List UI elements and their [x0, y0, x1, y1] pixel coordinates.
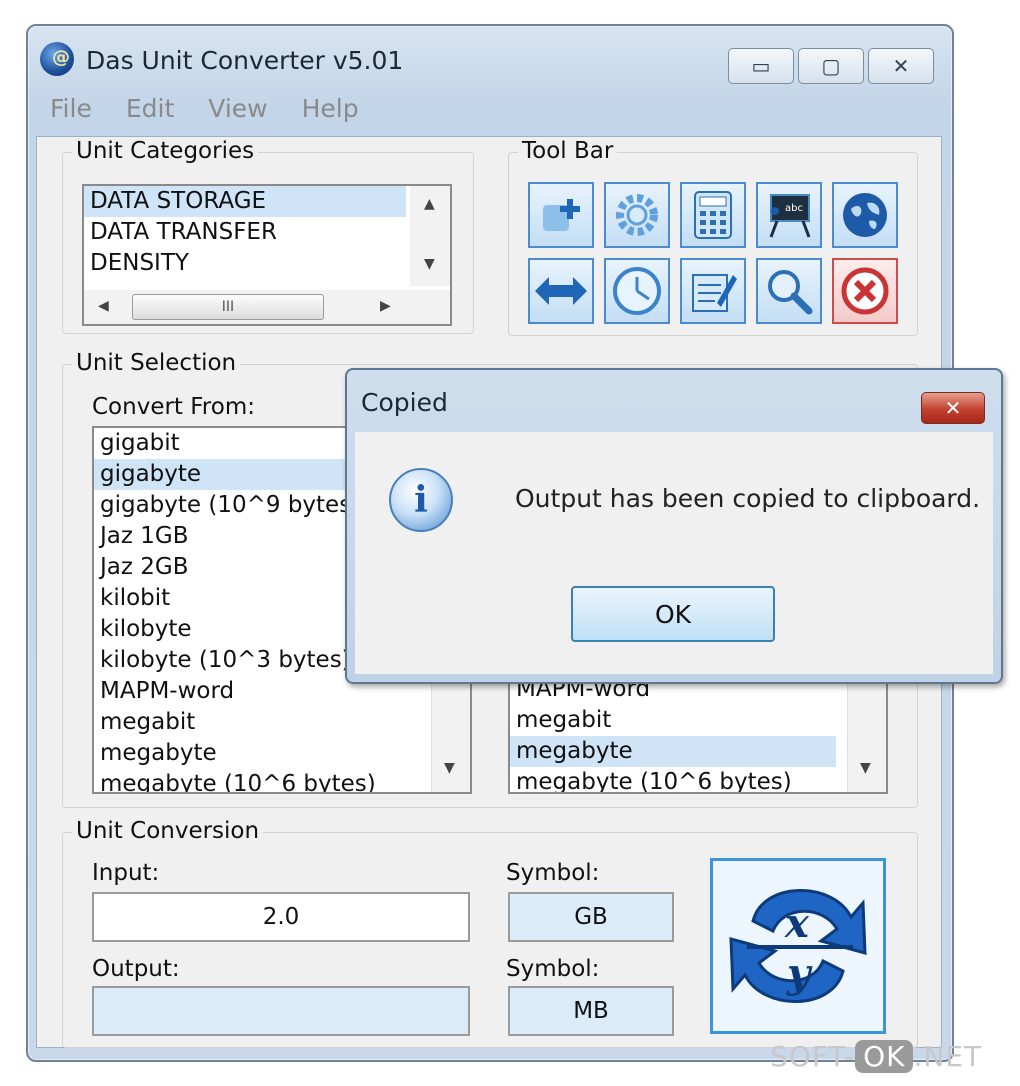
dialog-title: Copied — [361, 388, 448, 417]
output-label: Output: — [92, 956, 180, 982]
dialog-body: i Output has been copied to clipboard. O… — [355, 432, 993, 674]
input-symbol-label: Symbol: — [506, 860, 600, 886]
convert-from-label: Convert From: — [92, 394, 255, 420]
watermark-mid: OK — [855, 1040, 914, 1073]
clock-icon — [613, 267, 661, 315]
notepad-button[interactable] — [680, 258, 746, 324]
menu-help[interactable]: Help — [302, 94, 359, 123]
output-field[interactable] — [92, 986, 470, 1036]
unit-categories-label: Unit Categories — [72, 138, 259, 164]
list-item[interactable]: megabyte (10^6 bytes) — [94, 769, 470, 792]
scroll-right-icon[interactable]: ▶ — [380, 298, 391, 314]
watermark-right: .NET — [913, 1040, 983, 1073]
unit-conversion-label: Unit Conversion — [72, 818, 264, 844]
copied-dialog: Copied ✕ i Output has been copied to cli… — [345, 368, 1003, 684]
add-unit-icon — [543, 199, 580, 231]
convert-fraction-icon: x y — [729, 889, 867, 1003]
dialog-close-button[interactable]: ✕ — [921, 392, 985, 424]
watermark: SOFT- OK .NET — [770, 1040, 982, 1073]
globe-button[interactable] — [832, 182, 898, 248]
output-symbol-label: Symbol: — [506, 956, 600, 982]
calculator-icon — [694, 191, 732, 239]
list-item[interactable]: megabyte — [510, 736, 836, 767]
list-item[interactable]: megabit — [94, 707, 470, 738]
minimize-button[interactable]: ▭ — [728, 48, 794, 84]
clock-button[interactable] — [604, 258, 670, 324]
app-logo-icon: @ — [40, 42, 74, 76]
unit-selection-label: Unit Selection — [72, 350, 241, 376]
scroll-up-icon[interactable]: ▲ — [424, 196, 435, 212]
settings-button[interactable] — [604, 182, 670, 248]
minimize-icon: ▭ — [751, 54, 771, 78]
list-item[interactable]: megabyte (10^6 bytes) — [510, 767, 886, 792]
calculator-button[interactable] — [680, 182, 746, 248]
swap-button[interactable] — [528, 258, 594, 324]
scroll-left-icon[interactable]: ◀ — [98, 298, 109, 314]
window-title: Das Unit Converter v5.01 — [86, 46, 404, 75]
close-icon: ✕ — [892, 54, 910, 78]
input-symbol-field: GB — [508, 892, 674, 942]
svg-text:abc: abc — [785, 203, 803, 214]
maximize-icon: ▢ — [821, 54, 841, 78]
exit-icon — [841, 267, 889, 315]
list-item[interactable]: megabit — [510, 705, 886, 736]
ok-button[interactable]: OK — [571, 586, 775, 642]
information-icon: i — [389, 468, 453, 532]
list-item[interactable]: DATA STORAGE — [84, 186, 406, 217]
menu-edit[interactable]: Edit — [126, 94, 174, 123]
scroll-down-icon[interactable]: ▼ — [860, 760, 871, 776]
watermark-left: SOFT- — [770, 1040, 856, 1073]
list-item[interactable]: megabyte — [94, 738, 470, 769]
close-button[interactable]: ✕ — [868, 48, 934, 84]
notepad-icon — [692, 274, 737, 312]
search-icon — [768, 270, 813, 315]
categories-hscroll[interactable]: ◀ III ▶ — [84, 290, 450, 324]
categories-vscroll[interactable]: ▲ ▼ — [410, 186, 450, 286]
add-unit-button[interactable] — [528, 182, 594, 248]
toolbar-label: Tool Bar — [518, 138, 618, 164]
search-button[interactable] — [756, 258, 822, 324]
convert-button[interactable]: x y — [710, 858, 886, 1034]
exit-button[interactable] — [832, 258, 898, 324]
settings-gear-icon — [616, 194, 658, 236]
menu-view[interactable]: View — [208, 94, 267, 123]
scroll-down-icon[interactable]: ▼ — [424, 256, 435, 272]
menu-bar: File Edit View Help — [50, 94, 359, 123]
output-symbol-field: MB — [508, 986, 674, 1036]
presentation-board-icon: abc — [769, 194, 811, 238]
globe-icon — [843, 193, 887, 237]
svg-text:y: y — [786, 950, 813, 997]
categories-listbox[interactable]: DATA STORAGE DATA TRANSFER DENSITY ▲ ▼ ◀… — [82, 184, 452, 326]
swap-arrows-icon — [535, 277, 587, 305]
close-icon: ✕ — [944, 396, 962, 420]
list-item[interactable]: DATA TRANSFER — [84, 217, 450, 248]
hscroll-thumb[interactable]: III — [132, 294, 324, 320]
input-label: Input: — [92, 860, 160, 886]
svg-text:x: x — [784, 900, 810, 947]
maximize-button[interactable]: ▢ — [798, 48, 864, 84]
input-field[interactable]: 2.0 — [92, 892, 470, 942]
menu-file[interactable]: File — [50, 94, 92, 123]
scroll-down-icon[interactable]: ▼ — [444, 760, 455, 776]
dialog-message: Output has been copied to clipboard. — [515, 484, 981, 513]
list-item[interactable]: DENSITY — [84, 248, 450, 279]
presentation-button[interactable]: abc — [756, 182, 822, 248]
